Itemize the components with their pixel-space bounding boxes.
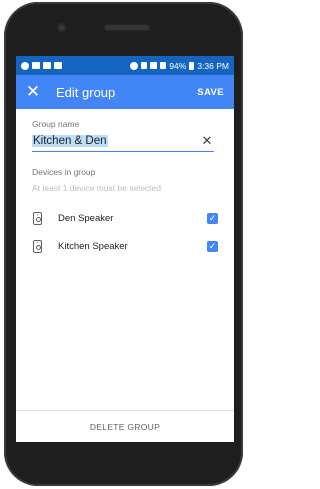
- signal-icon: [160, 62, 167, 69]
- speaker-icon: [33, 211, 42, 225]
- group-name-input[interactable]: [32, 133, 214, 152]
- clock: 3:36 PM: [197, 60, 229, 71]
- app-bar: ✕ Edit group SAVE: [16, 75, 234, 109]
- group-name-label: Group name: [32, 119, 80, 129]
- status-bar: 94% 3:36 PM: [16, 56, 234, 75]
- speaker-icon: [33, 239, 42, 253]
- bottom-bezel: [16, 442, 234, 472]
- save-button[interactable]: SAVE: [187, 87, 234, 98]
- device-checkbox-den-speaker[interactable]: ✓: [207, 212, 218, 224]
- device-name: Den Speaker: [58, 212, 114, 224]
- device-name: Kitchen Speaker: [58, 240, 128, 252]
- front-camera: [57, 23, 66, 32]
- delete-group-button[interactable]: DELETE GROUP: [90, 422, 160, 432]
- phone-frame: 94% 3:36 PM ✕ Edit group SAVE Group name…: [4, 2, 243, 486]
- status-bar-system: 94% 3:36 PM: [130, 61, 229, 71]
- status-bar-notifications: [21, 61, 62, 70]
- device-row-den-speaker[interactable]: Den Speaker ✓: [16, 205, 234, 231]
- mute-icon: [141, 62, 148, 69]
- earpiece-speaker: [104, 24, 150, 31]
- devices-section-label: Devices in group: [32, 167, 96, 177]
- footer-bar: DELETE GROUP: [16, 410, 234, 442]
- device-checkbox-kitchen-speaker[interactable]: ✓: [207, 240, 218, 252]
- message-icon: [32, 62, 40, 69]
- clear-icon[interactable]: ✕: [200, 133, 214, 149]
- chat-icon: [43, 62, 51, 69]
- spotify-icon: [21, 61, 29, 70]
- close-icon[interactable]: ✕: [16, 75, 50, 109]
- device-row-kitchen-speaker[interactable]: Kitchen Speaker ✓: [16, 233, 234, 259]
- wifi-icon: [150, 62, 158, 69]
- battery-icon: [189, 61, 195, 70]
- battery-percent: 94%: [169, 60, 187, 71]
- devices-hint: At least 1 device must be selected: [32, 183, 161, 193]
- sync-icon: [130, 61, 139, 70]
- phone-screen: 94% 3:36 PM ✕ Edit group SAVE Group name…: [16, 56, 234, 442]
- image-icon: [54, 62, 62, 69]
- page-title: Edit group: [56, 84, 116, 100]
